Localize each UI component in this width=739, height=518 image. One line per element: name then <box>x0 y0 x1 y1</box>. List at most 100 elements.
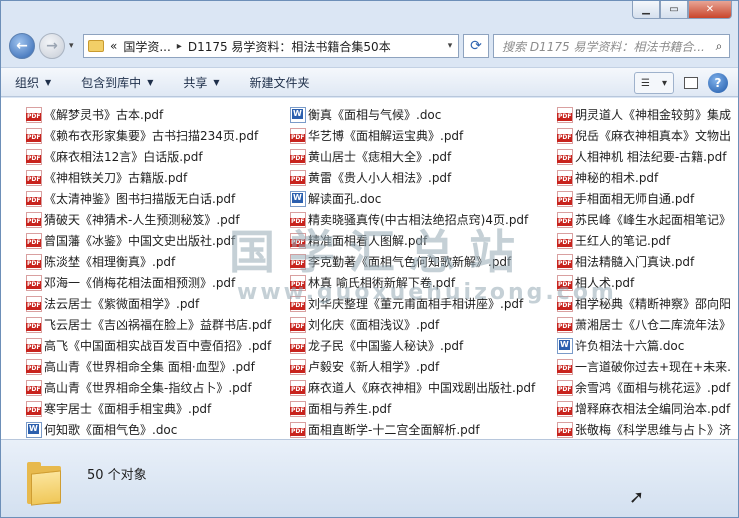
file-item[interactable]: 林真 喻氏相術新解下卷.pdf <box>290 272 535 293</box>
pdf-file-icon <box>290 148 306 165</box>
file-name: 《神相铁关刀》古籍版.pdf <box>44 171 188 185</box>
search-icon[interactable]: ⌕ <box>709 39 729 54</box>
file-item[interactable]: 手相面相无师自通.pdf <box>557 188 731 209</box>
file-item[interactable]: 萧湘居士《八仓二库流年法》 <box>557 314 731 335</box>
file-name: 曾国藩《冰鉴》中国文史出版社.pdf <box>44 234 236 248</box>
pdf-file-icon <box>26 379 42 396</box>
search-input[interactable]: 搜索 D1175 易学资料：相法书籍合... ⌕ <box>493 34 730 58</box>
pdf-file-icon <box>290 127 306 144</box>
close-button[interactable]: ✕ <box>688 1 732 19</box>
organize-menu[interactable]: 组织 ▼ <box>15 74 51 91</box>
pdf-file-icon <box>557 316 573 333</box>
pdf-file-icon <box>557 169 573 186</box>
file-item[interactable]: 华艺博《面相解运宝典》.pdf <box>290 125 535 146</box>
file-item[interactable]: 苏民峰《峰生水起面相笔记》 <box>557 209 731 230</box>
file-item[interactable]: 相法精髓入门真诀.pdf <box>557 251 731 272</box>
file-item[interactable]: 邓海一《俏梅花相法面相预测》.pdf <box>26 272 271 293</box>
recent-pages-button[interactable]: ▾ <box>69 41 79 51</box>
file-name: 刘化庆《面相浅议》.pdf <box>308 318 440 332</box>
file-item[interactable]: 《解梦灵书》古本.pdf <box>26 104 271 125</box>
file-item[interactable]: 王红人的笔记.pdf <box>557 230 731 251</box>
file-item[interactable]: 相学秘典《精断神察》邵向阳 <box>557 293 731 314</box>
maximize-button[interactable]: ▭ <box>660 1 688 19</box>
pdf-file-icon <box>290 232 306 249</box>
file-item[interactable]: 高飞《中国面相实战百发百中壹佰招》.pdf <box>26 335 271 356</box>
toolbar-right: ☰ ▾ ? <box>634 72 728 94</box>
pdf-file-icon <box>290 400 306 417</box>
file-item[interactable]: 明灵道人《神相金较剪》集成 <box>557 104 731 125</box>
file-item[interactable]: 猜破天《神猜术-人生预测秘笈》.pdf <box>26 209 271 230</box>
command-bar: 组织 ▼ 包含到库中 ▼ 共享 ▼ 新建文件夹 ☰ ▾ ? <box>1 67 738 97</box>
pdf-file-icon <box>26 148 42 165</box>
breadcrumb-item[interactable]: 国学资... <box>123 38 170 55</box>
forward-button[interactable]: → <box>39 33 65 59</box>
file-item[interactable]: 许负相法十六篇.doc <box>557 335 731 356</box>
list-view-icon: ☰ <box>641 77 650 89</box>
file-name: 明灵道人《神相金较剪》集成 <box>575 108 732 122</box>
file-name: 相人术.pdf <box>575 276 635 290</box>
file-item[interactable]: 精准面相看人图解.pdf <box>290 230 535 251</box>
file-item[interactable]: 法云居士《紫微面相学》.pdf <box>26 293 271 314</box>
pdf-file-icon <box>26 106 42 123</box>
explorer-window: ▁ ▭ ✕ ← → ▾ « 国学资... ▸ D1175 易学资料：相法书籍合集… <box>0 0 739 518</box>
file-item[interactable]: 黄山居士《痣相大全》.pdf <box>290 146 535 167</box>
file-item[interactable]: 高山青《世界相命全集-指纹占卜》.pdf <box>26 377 271 398</box>
file-item[interactable]: 飞云居士《吉凶祸福在脸上》益群书店.pdf <box>26 314 271 335</box>
file-item[interactable]: 寒宇居士《面相手相宝典》.pdf <box>26 398 271 419</box>
file-name: 刘华庆整理《董元甫面相手相讲座》.pdf <box>308 297 524 311</box>
pdf-file-icon <box>26 274 42 291</box>
back-button[interactable]: ← <box>9 33 35 59</box>
file-name: 衡真《面相与气候》.doc <box>308 108 442 122</box>
help-button[interactable]: ? <box>708 73 728 93</box>
file-item[interactable]: 卢毅安《新人相学》.pdf <box>290 356 535 377</box>
file-item[interactable]: 刘华庆整理《董元甫面相手相讲座》.pdf <box>290 293 535 314</box>
file-item[interactable]: 面相与养生.pdf <box>290 398 535 419</box>
address-bar[interactable]: « 国学资... ▸ D1175 易学资料：相法书籍合集50本 ▾ <box>83 34 459 58</box>
file-item[interactable]: 《神相铁关刀》古籍版.pdf <box>26 167 271 188</box>
file-item[interactable]: 精卖晓骚真传(中古相法绝招点窍)4页.pdf <box>290 209 535 230</box>
file-item[interactable]: 高山青《世界相命全集 面相·血型》.pdf <box>26 356 271 377</box>
file-item[interactable]: 张敬梅《科学思维与占卜》济 <box>557 419 731 439</box>
file-item[interactable]: 一言道破你过去+现在+未来. <box>557 356 731 377</box>
file-item[interactable]: 李克勤著《面相气色何知歌新解》.pdf <box>290 251 535 272</box>
file-item[interactable]: 曾国藩《冰鉴》中国文史出版社.pdf <box>26 230 271 251</box>
file-name: 许负相法十六篇.doc <box>575 339 685 353</box>
file-item[interactable]: 增释麻衣相法全编同治本.pdf <box>557 398 731 419</box>
file-item[interactable]: 《赖布衣形家集要》古书扫描234页.pdf <box>26 125 271 146</box>
preview-pane-button[interactable] <box>680 72 702 94</box>
file-item[interactable]: 相人术.pdf <box>557 272 731 293</box>
breadcrumb-separator[interactable]: ▸ <box>177 41 182 52</box>
file-item[interactable]: 倪岳《麻衣神相真本》文物出 <box>557 125 731 146</box>
file-name: 萧湘居士《八仓二库流年法》 <box>575 318 732 332</box>
share-menu[interactable]: 共享 ▼ <box>183 74 219 91</box>
file-item[interactable]: 《麻衣相法12言》白话版.pdf <box>26 146 271 167</box>
breadcrumb-current[interactable]: D1175 易学资料：相法书籍合集50本 <box>188 38 391 55</box>
new-folder-button[interactable]: 新建文件夹 <box>250 74 310 91</box>
change-view-button[interactable]: ☰ ▾ <box>634 72 674 94</box>
pdf-file-icon <box>557 400 573 417</box>
file-item[interactable]: 余雪鸿《面相与桃花运》.pdf <box>557 377 731 398</box>
refresh-button[interactable]: ⟳ <box>463 34 489 58</box>
breadcrumb-overflow[interactable]: « <box>110 39 117 53</box>
file-item[interactable]: 刘化庆《面相浅议》.pdf <box>290 314 535 335</box>
file-item[interactable]: 神秘的相术.pdf <box>557 167 731 188</box>
minimize-button[interactable]: ▁ <box>632 1 660 19</box>
pdf-file-icon <box>557 190 573 207</box>
address-dropdown-icon[interactable]: ▾ <box>442 41 458 51</box>
file-item[interactable]: 人相神机 相法纪要-古籍.pdf <box>557 146 731 167</box>
file-item[interactable]: 《太清神鉴》图书扫描版无白话.pdf <box>26 188 271 209</box>
file-item[interactable]: 何知歌《面相气色》.doc <box>26 419 271 439</box>
file-item[interactable]: 解读面孔.doc <box>290 188 535 209</box>
file-item[interactable]: 陈淡埜《相理衡真》.pdf <box>26 251 271 272</box>
file-item[interactable]: 麻衣道人《麻衣神相》中国戏剧出版社.pdf <box>290 377 535 398</box>
pdf-file-icon <box>26 316 42 333</box>
file-name: 王红人的笔记.pdf <box>575 234 671 248</box>
file-item[interactable]: 面相直断学-十二宫全面解析.pdf <box>290 419 535 439</box>
include-in-library-menu[interactable]: 包含到库中 ▼ <box>81 74 153 91</box>
file-item[interactable]: 衡真《面相与气候》.doc <box>290 104 535 125</box>
file-name: 相学秘典《精断神察》邵向阳 <box>575 297 732 311</box>
file-item[interactable]: 龙子民《中国鉴人秘诀》.pdf <box>290 335 535 356</box>
file-item[interactable]: 黄雷《贵人小人相法》.pdf <box>290 167 535 188</box>
file-name: 增释麻衣相法全编同治本.pdf <box>575 402 731 416</box>
file-name: 邓海一《俏梅花相法面相预测》.pdf <box>44 276 236 290</box>
